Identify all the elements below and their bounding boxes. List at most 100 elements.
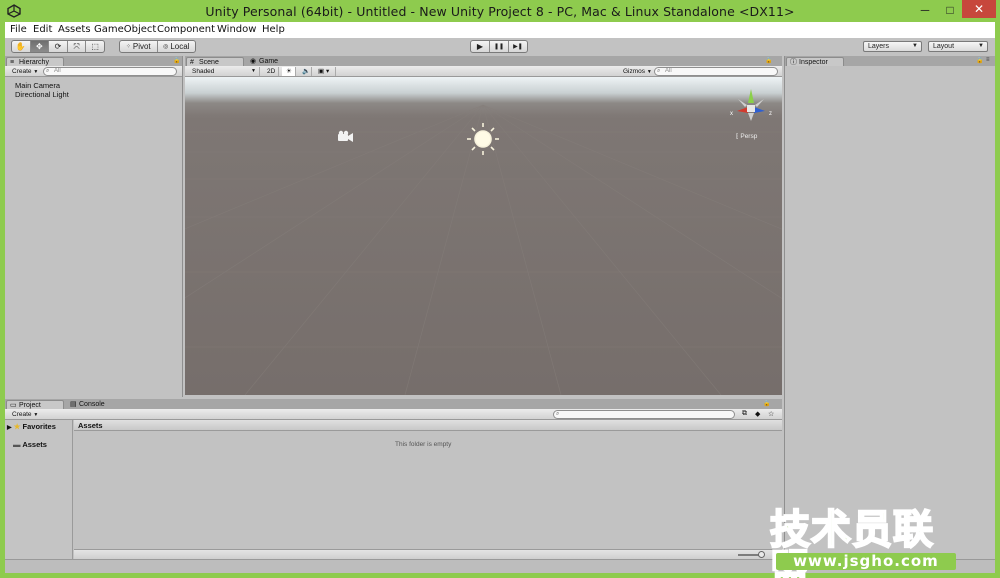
tab-hierarchy-label: Hierarchy <box>19 59 49 66</box>
maximize-button[interactable]: □ <box>938 0 962 20</box>
mode-2d-toggle[interactable]: 2D <box>263 67 279 76</box>
minimize-button[interactable]: ─ <box>912 0 938 20</box>
scene-panel: # Scene ◉ Game 🔒 Shaded ▼ 2D ☀ 🔈 ▣ ▾ Giz… <box>185 56 782 397</box>
console-icon: ▤ <box>70 401 77 408</box>
layout-dropdown[interactable]: Layout ▼ <box>928 41 988 52</box>
tab-hierarchy[interactable]: ≡ Hierarchy <box>6 57 64 66</box>
watermark-logo: 技术员联盟 www.jsgho.com <box>769 509 960 578</box>
tab-inspector[interactable]: ⓘ Inspector <box>786 57 844 66</box>
rotate-icon[interactable]: ⟳ <box>49 41 68 52</box>
menu-gameobject[interactable]: GameObject <box>94 24 156 35</box>
tab-inspector-label: Inspector <box>799 59 828 66</box>
tab-console-label: Console <box>79 401 105 408</box>
hand-icon[interactable]: ✋ <box>12 41 31 52</box>
hierarchy-toolbar: Create ▼ ⌕ All <box>5 66 182 77</box>
gizmos-dropdown[interactable]: Gizmos ▼ <box>619 67 653 76</box>
tab-game-label: Game <box>259 58 279 65</box>
icon-size-slider-handle[interactable] <box>758 551 765 558</box>
star-icon: ★ <box>13 422 21 431</box>
hierarchy-search-input[interactable]: ⌕ All <box>43 67 177 76</box>
folder-icon: ▬ <box>13 440 21 449</box>
light-gizmo-icon[interactable] <box>467 123 499 155</box>
inspector-panel: ⓘ Inspector 🔒 ≡ <box>784 56 995 559</box>
main-toolbar: ✋ ✥ ⟳ ⤧ ⬚ ⁘ Pivot ◎ Local ▶ ❚❚ ▶❚ Layers… <box>5 38 995 56</box>
persp-text: Persp <box>740 133 758 140</box>
menu-component[interactable]: Component <box>157 24 215 35</box>
favorites-item[interactable]: ▶ ★ Favorites <box>7 422 56 431</box>
lock-icon[interactable]: 🔒 <box>765 57 772 64</box>
tab-game[interactable]: ◉ Game <box>247 57 287 66</box>
hierarchy-create-dropdown[interactable]: Create ▼ <box>8 67 40 76</box>
menu-file[interactable]: File <box>10 24 27 35</box>
audio-icon[interactable]: 🔈 <box>298 67 312 76</box>
persp-label[interactable]: ⁅ Persp <box>736 132 757 140</box>
assets-breadcrumb: Assets <box>74 420 782 431</box>
local-button[interactable]: ◎ Local <box>158 41 196 52</box>
scene-tabstrip: # Scene ◉ Game 🔒 <box>185 56 782 66</box>
close-button[interactable]: ✕ <box>962 0 996 18</box>
shaded-dropdown[interactable]: Shaded ▼ <box>188 67 260 76</box>
tab-project[interactable]: ▭ Project <box>6 400 64 409</box>
favorite-star-icon[interactable]: ☆ <box>768 410 774 418</box>
watermark-url: www.jsgho.com <box>776 553 956 570</box>
pivot-label: Pivot <box>132 42 151 51</box>
lock-icon[interactable]: 🔒 <box>173 57 180 64</box>
chevron-down-icon: ▼ <box>912 43 918 49</box>
menu-window[interactable]: Window <box>217 24 256 35</box>
pause-icon[interactable]: ❚❚ <box>490 41 509 52</box>
pivot-icon: ⁘ <box>125 44 131 50</box>
gamepad-icon: ◉ <box>250 58 257 65</box>
tab-scene[interactable]: # Scene <box>186 57 244 66</box>
menu-help[interactable]: Help <box>262 24 285 35</box>
scale-icon[interactable]: ⤧ <box>68 41 87 52</box>
menu-icon[interactable]: ≡ <box>986 57 990 63</box>
empty-folder-message: This folder is empty <box>395 441 452 448</box>
lighting-icon[interactable]: ☀ <box>282 67 296 76</box>
project-panel: ▭ Project ▤ Console 🔒 Create ▼ ⌕ ⧉ ◆ ☆ ▶ <box>5 399 782 559</box>
project-folder-tree: ▶ ★ Favorites ▬ Assets <box>5 420 73 559</box>
camera-gizmo-icon[interactable] <box>338 130 353 142</box>
lock-icon[interactable]: 🔒 <box>763 400 770 407</box>
filter-label-icon[interactable]: ◆ <box>755 410 760 418</box>
axis-x-label: x <box>730 111 733 117</box>
search-icon: ⌕ <box>46 68 50 74</box>
layout-label: Layout <box>933 43 955 50</box>
assets-folder-item[interactable]: ▬ Assets <box>13 440 47 449</box>
orientation-gizmo-icon[interactable] <box>737 89 765 121</box>
hierarchy-item-directional-light[interactable]: Directional Light <box>15 90 69 99</box>
play-icon[interactable]: ▶ <box>471 41 490 52</box>
chevron-down-icon: ▼ <box>646 69 652 75</box>
move-icon[interactable]: ✥ <box>30 41 50 52</box>
scene-search-input[interactable]: ⌕ All <box>654 67 778 76</box>
chevron-down-icon: ▼ <box>33 412 39 418</box>
menu-edit[interactable]: Edit <box>33 24 52 35</box>
project-create-label: Create <box>12 411 32 418</box>
project-bottom-bar <box>74 549 782 559</box>
pivot-button[interactable]: ⁘ Pivot <box>120 41 158 52</box>
layers-dropdown[interactable]: Layers ▼ <box>863 41 922 52</box>
axis-z-label: z <box>769 111 772 117</box>
pivot-group: ⁘ Pivot ◎ Local <box>119 40 196 53</box>
hierarchy-panel: ≡ Hierarchy 🔒 Create ▼ ⌕ All Main Camera… <box>5 56 183 397</box>
assets-folder-label: Assets <box>22 440 47 449</box>
lock-icon[interactable]: 🔒 <box>976 57 983 64</box>
tab-project-label: Project <box>19 402 41 409</box>
rect-icon[interactable]: ⬚ <box>86 41 104 52</box>
tab-console[interactable]: ▤ Console <box>67 400 117 409</box>
project-create-dropdown[interactable]: Create ▼ <box>8 410 40 419</box>
effects-icon[interactable]: ▣ ▾ <box>314 67 336 76</box>
chevron-down-icon: ▼ <box>251 68 256 74</box>
scene-viewport[interactable]: x z ⁅ Persp <box>185 77 782 395</box>
filter-type-icon[interactable]: ⧉ <box>742 410 747 418</box>
scene-grid: x z <box>185 89 782 395</box>
step-icon[interactable]: ▶❚ <box>509 41 527 52</box>
window-title: Unity Personal (64bit) - Untitled - New … <box>205 4 795 19</box>
hierarchy-tabstrip: ≡ Hierarchy 🔒 <box>5 56 182 66</box>
expand-arrow-icon: ▶ <box>7 425 12 431</box>
project-search-input[interactable]: ⌕ <box>553 410 735 419</box>
menu-assets[interactable]: Assets <box>58 24 91 35</box>
scene-toolbar: Shaded ▼ 2D ☀ 🔈 ▣ ▾ Gizmos ▼ ⌕ All <box>185 66 782 77</box>
persp-icon: ⁅ <box>736 133 739 140</box>
transform-tools: ✋ ✥ ⟳ ⤧ ⬚ <box>11 40 105 53</box>
hierarchy-item-main-camera[interactable]: Main Camera <box>15 81 60 90</box>
